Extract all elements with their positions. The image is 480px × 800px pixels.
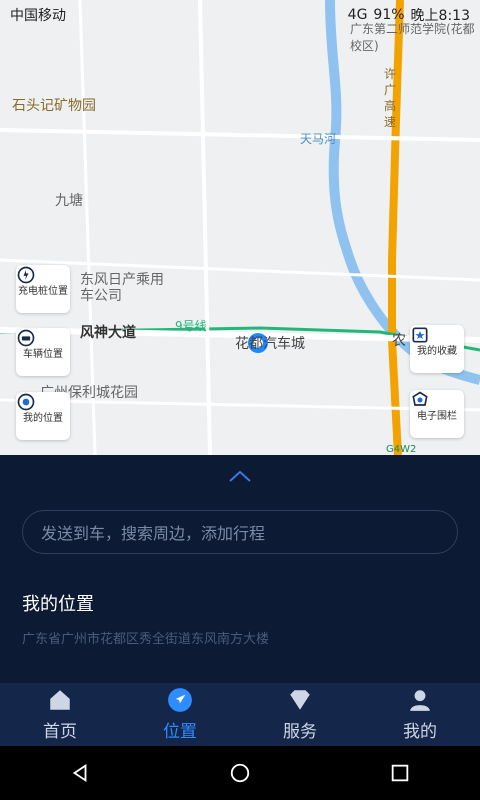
tab-home-label: 首页 [43,722,77,742]
map-label-carcity: 花都汽车城 [235,336,305,352]
carrier: 中国移动 [10,8,66,24]
tab-location[interactable]: 位置 [120,683,240,746]
user-icon [410,690,430,711]
my-location-title: 我的位置 [22,594,94,615]
search-placeholder: 发送到车，搜索周边，添加行程 [41,524,266,543]
charging-station-button[interactable]: 充电桩位置 [16,265,70,313]
chevron-up-icon[interactable] [228,469,252,483]
location-target-icon [17,393,35,411]
vehicle-location-button[interactable]: 车辆位置 [16,328,70,376]
recents-icon[interactable] [389,762,411,784]
geofence-button[interactable]: 电子围栏 [410,390,464,438]
charging-icon [17,266,35,284]
map-label-road: 风神大道 [80,325,136,341]
status-bar: 中国移动 4G 91% 晚上8:13 [0,0,480,30]
map-label-park: 石头记矿物园 [12,98,96,114]
address-text: 广东省广州市花都区秀全街道东风南方大楼 [22,632,270,647]
battery-level: 91% [373,7,405,23]
tab-mine-label: 我的 [403,722,437,742]
map-label-highway: 许广高速 [384,67,397,129]
search-input[interactable]: 发送到车，搜索周边，添加行程 [22,510,458,554]
tab-bar: 首页 位置 服务 我的 [0,683,480,746]
map-label-jiutang: 九塘 [55,193,83,209]
tab-location-label: 位置 [163,722,197,742]
favorites-button[interactable]: 我的收藏 [410,325,464,373]
map-label-metro: 9号线 [175,319,207,333]
map-view[interactable]: 广东第二师范学院(花都校区) 石头记矿物园 天马河 九塘 东风日产乘用车公司 风… [0,0,480,455]
star-icon [412,327,428,343]
home-icon [50,690,70,710]
navigation-icon [168,688,192,712]
map-label-river: 天马河 [300,132,337,146]
tab-home[interactable]: 首页 [0,683,120,746]
map-label-g4w2: G4W2 [386,444,417,455]
back-icon[interactable] [69,762,91,784]
map-label-nong: 农 [392,333,406,349]
system-nav-bar [0,746,480,800]
my-location-button[interactable]: 我的位置 [16,392,70,440]
location-panel: 发送到车，搜索周边，添加行程 我的位置 广东省广州市花都区秀全街道东风南方大楼 [0,455,480,683]
tab-service-label: 服务 [283,722,317,742]
tab-mine[interactable]: 我的 [360,683,480,746]
map-label-dongfeng: 东风日产乘用车公司 [80,272,164,304]
service-icon [290,690,310,710]
signal-text: 4G [347,7,368,23]
clock: 晚上8:13 [410,8,470,24]
home-button-icon[interactable] [229,762,251,784]
geofence-icon [412,391,428,406]
tab-service[interactable]: 服务 [240,683,360,746]
car-icon [17,329,35,347]
